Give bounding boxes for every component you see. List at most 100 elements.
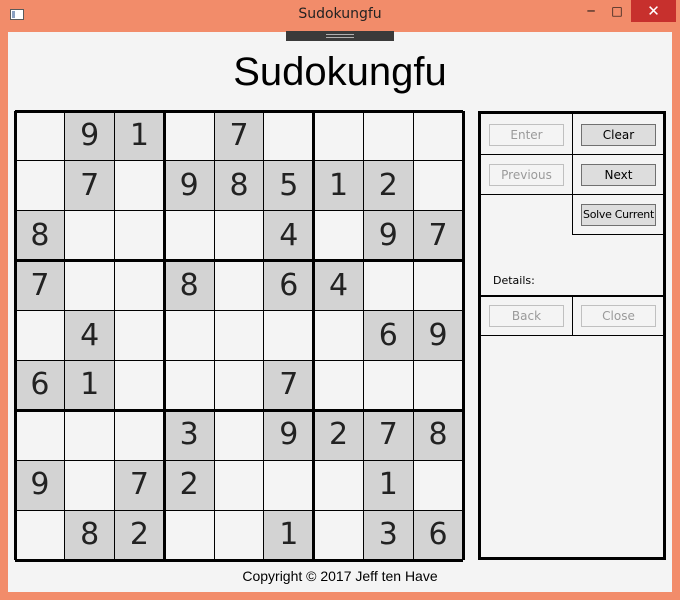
sudoku-cell-r8c4[interactable]: 2 [164,460,215,511]
sudoku-cell-r3c5[interactable] [214,211,264,261]
sudoku-cell-r5c5[interactable] [214,311,264,361]
sudoku-cell-r1c4[interactable] [164,111,214,161]
title-bar[interactable]: Sudokungfu ─ □ ✕ [0,0,680,32]
sudoku-cell-r9c7[interactable] [314,510,364,560]
sudoku-cell-r1c9[interactable] [413,111,463,161]
sudoku-cell-r2c3[interactable] [115,161,165,211]
sudoku-cell-r3c9[interactable]: 7 [413,210,463,261]
grid-line [15,310,463,312]
sudoku-cell-r2c4[interactable]: 9 [164,160,215,211]
sudoku-cell-r7c3[interactable] [115,410,165,460]
sudoku-cell-r5c7[interactable] [314,311,364,361]
minimize-button[interactable]: ─ [578,0,604,22]
sudoku-cell-r6c1[interactable]: 6 [15,360,65,411]
sudoku-cell-r1c2[interactable]: 9 [64,111,115,161]
sudoku-cell-r6c4[interactable] [164,360,214,410]
sudoku-cell-r8c7[interactable] [314,460,364,510]
sudoku-cell-r5c6[interactable] [264,311,314,361]
sudoku-cell-r3c4[interactable] [164,211,214,261]
panel-divider [481,194,663,195]
sudoku-cell-r1c3[interactable]: 1 [114,111,165,161]
sudoku-cell-r3c7[interactable] [314,211,364,261]
sudoku-cell-r4c3[interactable] [115,261,165,311]
grid-line [362,111,364,560]
sudoku-cell-r3c1[interactable]: 8 [15,210,65,261]
sudoku-cell-r6c3[interactable] [115,360,165,410]
sudoku-cell-r8c3[interactable]: 7 [114,460,165,511]
sudoku-cell-r6c2[interactable]: 1 [64,360,115,411]
maximize-button[interactable]: □ [604,0,630,22]
sudoku-cell-r1c5[interactable]: 7 [214,111,264,161]
sudoku-cell-r7c9[interactable]: 8 [413,410,463,461]
sudoku-cell-r6c5[interactable] [214,360,264,410]
sudoku-cell-r2c9[interactable] [413,161,463,211]
grid-box-line [15,259,463,263]
sudoku-cell-r1c1[interactable] [15,111,65,161]
sudoku-cell-r8c6[interactable] [264,460,314,510]
sudoku-cell-r9c9[interactable]: 6 [413,510,463,560]
grid-box-line [15,109,463,113]
sudoku-cell-r6c6[interactable]: 7 [263,360,314,411]
sudoku-cell-r7c5[interactable] [214,410,264,460]
drag-handle[interactable] [286,31,394,41]
sudoku-cell-r5c4[interactable] [164,311,214,361]
sudoku-cell-r6c9[interactable] [413,360,463,410]
sudoku-cell-r1c7[interactable] [314,111,364,161]
sudoku-cell-r7c2[interactable] [65,410,115,460]
next-button[interactable]: Next [581,164,656,186]
back-button[interactable]: Back [489,305,564,327]
close-button[interactable]: Close [581,305,656,327]
sudoku-cell-r4c7[interactable]: 4 [313,260,364,311]
sudoku-cell-r3c3[interactable] [115,211,165,261]
sudoku-cell-r6c8[interactable] [363,360,413,410]
sudoku-cell-r5c2[interactable]: 4 [64,310,115,361]
sudoku-cell-r7c7[interactable]: 2 [313,410,364,461]
sudoku-cell-r9c1[interactable] [15,510,65,560]
sudoku-cell-r8c5[interactable] [214,460,264,510]
sudoku-cell-r4c4[interactable]: 8 [164,260,215,311]
enter-button[interactable]: Enter [489,124,564,146]
sudoku-cell-r3c6[interactable]: 4 [263,210,314,261]
sudoku-cell-r9c5[interactable] [214,510,264,560]
sudoku-cell-r9c6[interactable]: 1 [263,510,314,560]
sudoku-cell-r2c8[interactable]: 2 [363,160,414,211]
sudoku-cell-r2c7[interactable]: 1 [313,160,364,211]
panel-divider [481,154,663,155]
sudoku-cell-r4c5[interactable] [214,261,264,311]
sudoku-cell-r7c1[interactable] [15,410,65,460]
sudoku-cell-r4c2[interactable] [65,261,115,311]
sudoku-cell-r9c2[interactable]: 8 [64,510,115,560]
sudoku-cell-r5c9[interactable]: 9 [413,310,463,361]
sudoku-cell-r8c8[interactable]: 1 [363,460,414,511]
sudoku-cell-r8c1[interactable]: 9 [15,460,65,511]
sudoku-cell-r2c2[interactable]: 7 [64,160,115,211]
solve-current-button[interactable]: Solve Current [581,204,656,226]
previous-button[interactable]: Previous [489,164,564,186]
sudoku-cell-r2c5[interactable]: 8 [214,160,264,211]
sudoku-cell-r2c1[interactable] [15,161,65,211]
sudoku-cell-r8c2[interactable] [65,460,115,510]
sudoku-cell-r5c3[interactable] [115,311,165,361]
sudoku-cell-r6c7[interactable] [314,360,364,410]
sudoku-cell-r5c1[interactable] [15,311,65,361]
sudoku-cell-r1c8[interactable] [363,111,413,161]
sudoku-cell-r9c8[interactable]: 3 [363,510,414,560]
sudoku-cell-r4c8[interactable] [363,261,413,311]
sudoku-cell-r9c3[interactable]: 2 [114,510,165,560]
sudoku-cell-r7c8[interactable]: 7 [363,410,414,461]
close-window-button[interactable]: ✕ [631,0,676,22]
sudoku-cell-r5c8[interactable]: 6 [363,310,414,361]
sudoku-cell-r4c1[interactable]: 7 [15,260,65,311]
sudoku-cell-r9c4[interactable] [164,510,214,560]
sudoku-cell-r3c2[interactable] [65,211,115,261]
clear-button[interactable]: Clear [581,124,656,146]
sudoku-cell-r7c4[interactable]: 3 [164,410,215,461]
sudoku-cell-r3c8[interactable]: 9 [363,210,414,261]
sudoku-cell-r1c6[interactable] [264,111,314,161]
grid-box-line [13,111,17,560]
sudoku-cell-r7c6[interactable]: 9 [263,410,314,461]
sudoku-cell-r2c6[interactable]: 5 [263,160,314,211]
sudoku-cell-r4c6[interactable]: 6 [263,260,314,311]
sudoku-cell-r4c9[interactable] [413,261,463,311]
sudoku-cell-r8c9[interactable] [413,460,463,510]
